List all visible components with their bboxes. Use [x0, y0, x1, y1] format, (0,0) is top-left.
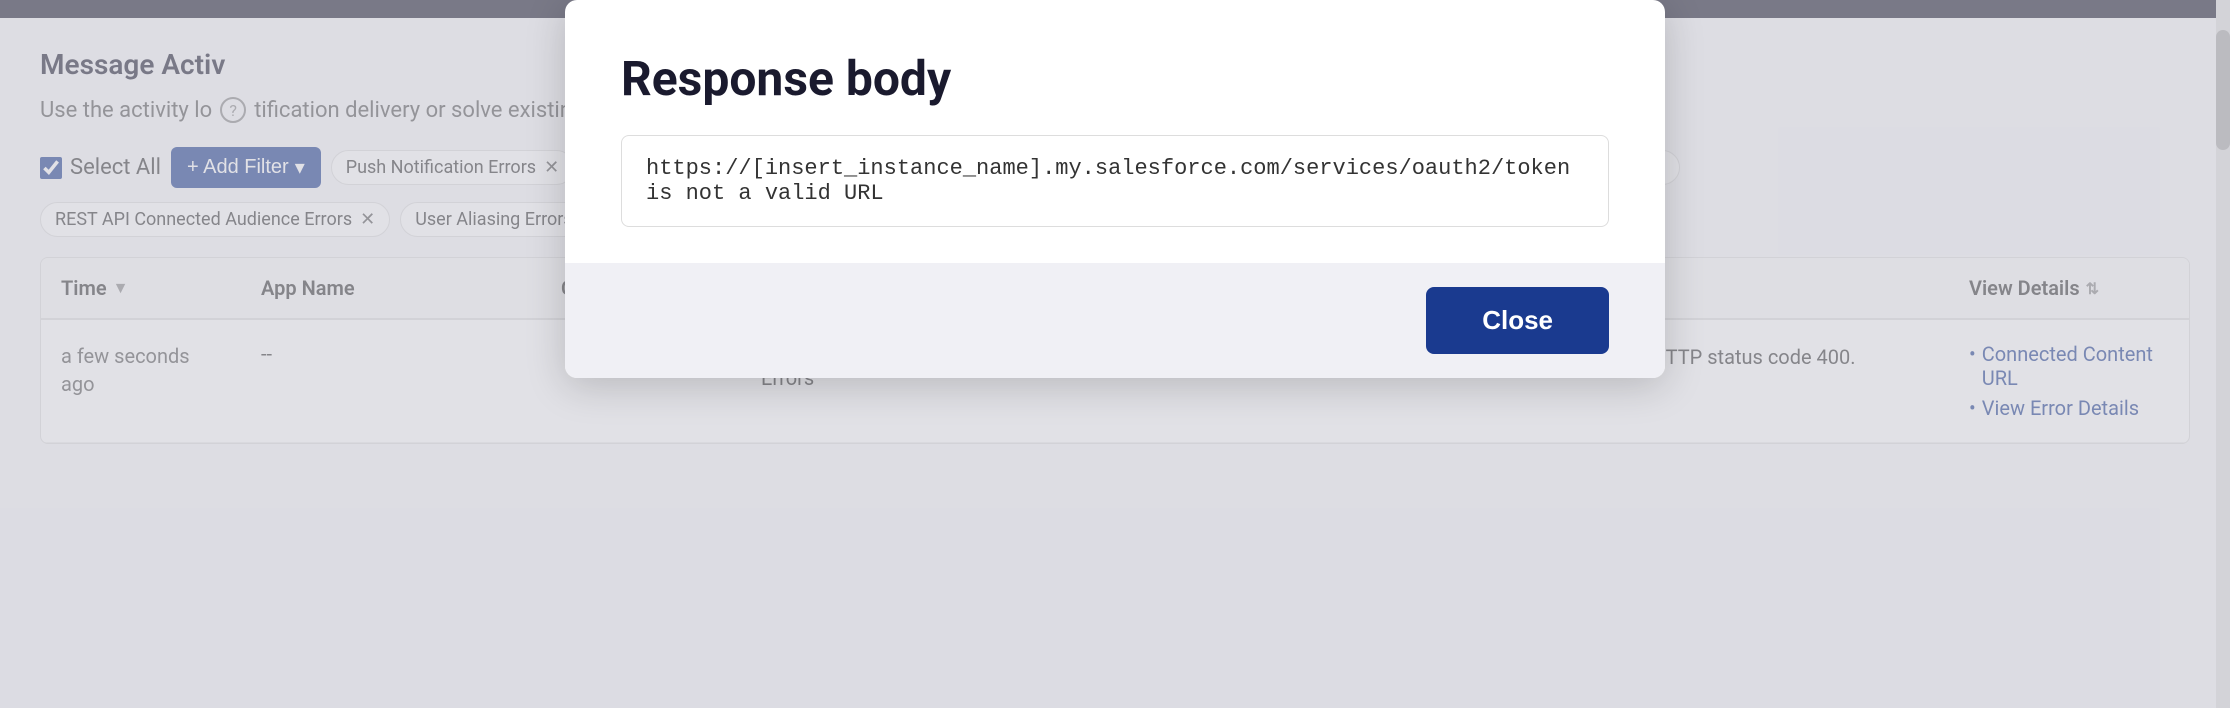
modal-title: Response body: [621, 50, 1609, 107]
modal-overlay: Response body https://[insert_instance_n…: [0, 0, 2230, 708]
modal-footer: Close: [565, 263, 1665, 378]
modal-code-content: https://[insert_instance_name].my.salesf…: [621, 135, 1609, 227]
response-body-modal: Response body https://[insert_instance_n…: [565, 0, 1665, 378]
modal-close-button[interactable]: Close: [1426, 287, 1609, 354]
